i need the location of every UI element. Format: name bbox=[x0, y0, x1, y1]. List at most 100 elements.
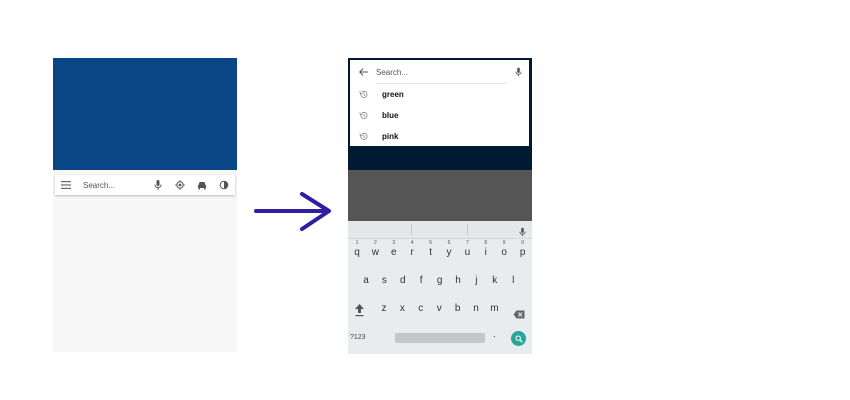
key-label: x bbox=[399, 303, 405, 314]
key-label: n bbox=[473, 303, 479, 314]
history-icon bbox=[350, 84, 376, 105]
key-label: a bbox=[363, 275, 369, 286]
key-label: y bbox=[446, 247, 452, 258]
right-screen: Search... green blue pink 1 q 2 w 3 e 4 … bbox=[348, 58, 532, 354]
key-label: c bbox=[418, 303, 424, 314]
key-label: q bbox=[354, 247, 360, 258]
key-hint: 3 bbox=[392, 240, 396, 246]
key-label: r bbox=[410, 247, 414, 258]
mic-icon[interactable] bbox=[147, 175, 169, 195]
key-label: v bbox=[436, 303, 442, 314]
key-u[interactable]: 7u bbox=[458, 240, 476, 261]
contrast-icon[interactable] bbox=[213, 175, 235, 195]
search-row: Search... bbox=[350, 60, 529, 84]
key-label: h bbox=[455, 275, 461, 286]
search-go-key[interactable] bbox=[511, 331, 526, 346]
key-m[interactable]: m bbox=[485, 297, 503, 317]
key-label: w bbox=[371, 247, 379, 258]
key-label: g bbox=[436, 275, 443, 286]
key-w[interactable]: 2w bbox=[366, 240, 384, 261]
key-label: p bbox=[519, 247, 526, 258]
key-label: z bbox=[381, 303, 387, 314]
key-row-1: 1q2w3e4r5t6y7u8i9o0p bbox=[348, 240, 532, 261]
history-icon bbox=[350, 126, 376, 147]
key-hint: 2 bbox=[374, 240, 377, 246]
key-label: b bbox=[454, 303, 461, 314]
suggestion-strip bbox=[348, 221, 532, 239]
key-k[interactable]: k bbox=[486, 269, 504, 289]
key-o[interactable]: 9o bbox=[495, 240, 513, 261]
key-label: i bbox=[484, 247, 487, 258]
key-row-3: z x c v b nm bbox=[348, 297, 532, 317]
key-c[interactable]: c bbox=[412, 297, 430, 317]
key-label: k bbox=[492, 275, 498, 286]
soft-keyboard: 1q2w3e4r5t6y7u8i9o0p asdfghjkl zxcvbnm ?… bbox=[348, 221, 532, 354]
key-r[interactable]: 4r bbox=[403, 240, 421, 261]
key-hint: 5 bbox=[429, 240, 432, 246]
car-icon[interactable] bbox=[191, 175, 213, 195]
key-l[interactable]: l bbox=[504, 269, 522, 289]
key-f[interactable]: f bbox=[412, 269, 430, 289]
history-label: blue bbox=[382, 111, 399, 120]
key-s[interactable]: s bbox=[375, 269, 393, 289]
history-label: pink bbox=[382, 132, 399, 141]
key-n[interactable]: n bbox=[467, 297, 485, 317]
key-hint: 1 bbox=[355, 240, 359, 246]
symbols-key[interactable]: ?123 bbox=[350, 334, 366, 341]
header-banner bbox=[53, 58, 237, 170]
search-suggestions-panel: Search... green blue pink bbox=[350, 60, 529, 146]
key-p[interactable]: 0p bbox=[514, 240, 532, 261]
key-h[interactable]: h bbox=[449, 269, 467, 289]
key-b[interactable]: b bbox=[449, 297, 467, 317]
search-input[interactable]: Search... bbox=[376, 61, 507, 84]
key-label: l bbox=[512, 275, 515, 286]
space-bar[interactable] bbox=[395, 333, 485, 343]
menu-icon[interactable] bbox=[55, 175, 77, 195]
key-v[interactable]: v bbox=[430, 297, 448, 317]
shift-key-icon[interactable] bbox=[354, 303, 365, 322]
history-icon bbox=[350, 105, 376, 126]
transition-arrow-icon bbox=[254, 192, 331, 231]
key-z[interactable]: z bbox=[375, 297, 393, 317]
history-item[interactable]: green bbox=[350, 84, 529, 105]
key-hint: 0 bbox=[521, 240, 524, 246]
key-label: u bbox=[464, 247, 471, 258]
key-t[interactable]: 5t bbox=[422, 240, 440, 261]
key-hint: 6 bbox=[447, 240, 451, 246]
key-x[interactable]: x bbox=[393, 297, 411, 317]
key-y[interactable]: 6y bbox=[440, 240, 458, 261]
key-j[interactable]: j bbox=[467, 269, 485, 289]
key-d[interactable]: d bbox=[394, 269, 412, 289]
left-screen: Search... bbox=[53, 58, 237, 352]
key-label: o bbox=[501, 247, 507, 258]
key-hint: 7 bbox=[466, 240, 469, 246]
key-label: d bbox=[400, 275, 406, 286]
suggestion-divider bbox=[467, 224, 468, 235]
suggestion-divider bbox=[411, 224, 412, 235]
key-hint: 9 bbox=[502, 240, 506, 246]
key-hint: 4 bbox=[410, 240, 414, 246]
history-item[interactable]: pink bbox=[350, 126, 529, 147]
key-label: f bbox=[419, 275, 423, 286]
back-arrow-icon[interactable] bbox=[350, 60, 376, 84]
key-row-2: asdfghjkl bbox=[348, 269, 532, 289]
key-label: j bbox=[475, 275, 478, 286]
search-icon bbox=[515, 335, 523, 343]
key-q[interactable]: 1q bbox=[348, 240, 366, 261]
key-i[interactable]: 8i bbox=[477, 240, 495, 261]
key-a[interactable]: a bbox=[357, 269, 375, 289]
key-g[interactable]: g bbox=[431, 269, 449, 289]
key-hint: 8 bbox=[484, 240, 488, 246]
history-label: green bbox=[382, 90, 404, 99]
backspace-key-icon[interactable] bbox=[513, 306, 525, 324]
key-label: t bbox=[429, 247, 432, 258]
key-label: s bbox=[381, 275, 387, 286]
search-input[interactable]: Search... bbox=[83, 181, 147, 190]
my-location-icon[interactable] bbox=[169, 175, 191, 195]
key-e[interactable]: 3e bbox=[385, 240, 403, 261]
period-key[interactable]: . bbox=[493, 329, 496, 340]
history-item[interactable]: blue bbox=[350, 105, 529, 126]
key-label: e bbox=[391, 247, 397, 258]
search-bar[interactable]: Search... bbox=[55, 175, 235, 195]
mic-icon[interactable] bbox=[507, 60, 529, 84]
